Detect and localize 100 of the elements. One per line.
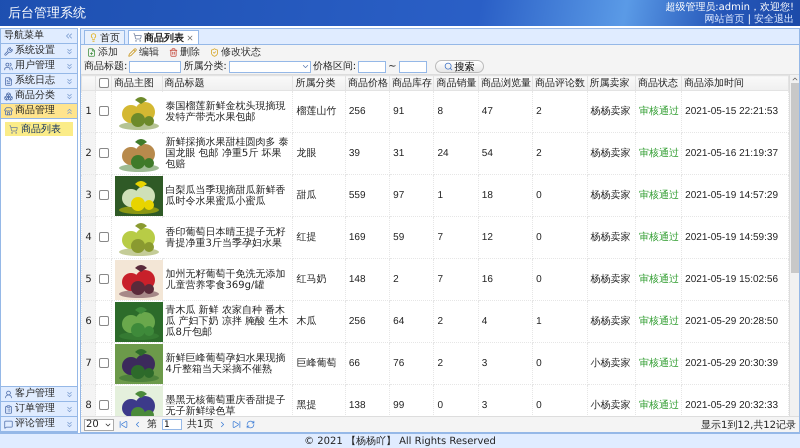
row-checkbox[interactable] bbox=[99, 316, 110, 326]
input-field[interactable] bbox=[129, 60, 182, 72]
caret-icon bbox=[300, 62, 310, 71]
status-text: 审核通过 bbox=[638, 400, 679, 411]
table-cell: 小杨卖家 bbox=[590, 358, 631, 369]
sidebar-section[interactable]: 商品分类 bbox=[1, 89, 77, 104]
table-cell: 16 bbox=[482, 274, 493, 285]
table-cell: 18 bbox=[482, 190, 493, 201]
page-input[interactable]: 1 bbox=[162, 419, 182, 430]
table-cell: 红马奶 bbox=[296, 274, 326, 285]
row-number: 2 bbox=[82, 132, 96, 174]
row-checkbox[interactable] bbox=[99, 274, 110, 284]
column-header: 商品评论数 bbox=[532, 76, 588, 90]
table-cell: 31 bbox=[393, 148, 404, 159]
table-cell: 2 bbox=[536, 106, 542, 117]
scroll-thumb[interactable] bbox=[790, 83, 798, 273]
table-cell: 2021-05-29 20:32:33 bbox=[685, 400, 778, 411]
table-cell: 0 bbox=[536, 274, 542, 285]
table-cell: 2021-05-19 15:02:56 bbox=[685, 274, 778, 285]
toolbar-button[interactable]: 删除 bbox=[169, 45, 200, 59]
column-header: 所属分类 bbox=[292, 76, 346, 90]
first-page-icon[interactable] bbox=[119, 420, 128, 429]
table-cell: 2021-05-29 20:28:50 bbox=[685, 316, 778, 327]
sidebar-section[interactable]: 评论管理 bbox=[1, 417, 77, 432]
row-checkbox[interactable] bbox=[99, 148, 110, 158]
trash-icon bbox=[169, 48, 178, 56]
row-checkbox[interactable] bbox=[99, 400, 110, 410]
scroll-up-icon bbox=[790, 75, 798, 83]
row-checkbox[interactable] bbox=[99, 358, 110, 368]
search-button[interactable]: 搜索 bbox=[434, 60, 484, 73]
table-cell: 2021-05-16 21:19:37 bbox=[685, 148, 778, 159]
status-text: 审核通过 bbox=[638, 358, 679, 369]
previous-page-icon[interactable] bbox=[133, 420, 142, 429]
table-cell: 巨峰葡萄 bbox=[296, 358, 336, 369]
sidebar-section[interactable]: 系统设置 bbox=[1, 44, 77, 59]
column-header: 商品价格 bbox=[345, 76, 390, 90]
table-cell: 66 bbox=[348, 358, 360, 369]
scrollbar[interactable] bbox=[789, 75, 799, 416]
sidebar-section[interactable]: 商品管理 bbox=[1, 104, 77, 119]
status-text: 审核通过 bbox=[638, 106, 679, 117]
table-cell: 97 bbox=[393, 190, 404, 201]
row-checkbox[interactable] bbox=[99, 190, 110, 200]
row-number: 7 bbox=[82, 342, 96, 384]
toolbar-button[interactable]: 修改状态 bbox=[210, 45, 261, 59]
table-cell: 47 bbox=[482, 106, 493, 117]
table-cell-text: 新鲜巨峰葡萄孕妇水果现摘4斤整箱当天采摘不催熟 bbox=[166, 352, 287, 374]
sidebar-section[interactable]: 用户管理 bbox=[1, 59, 77, 74]
page-size-select[interactable]: 20 bbox=[84, 418, 114, 430]
pencil-icon bbox=[128, 48, 137, 56]
table-cell: 杨杨卖家 bbox=[590, 232, 631, 243]
table-cell: 7 bbox=[437, 232, 444, 243]
last-page-icon[interactable] bbox=[232, 420, 242, 429]
table-cell: 青木瓜 新鲜 农家自种 番木瓜 产妇下奶 凉拌 腌酸 生木瓜8斤包邮 bbox=[166, 305, 290, 338]
status-text: 审核通过 bbox=[638, 148, 679, 159]
table-cell: 3 bbox=[482, 400, 488, 411]
select-field[interactable] bbox=[228, 60, 311, 72]
table-cell: 256 bbox=[348, 316, 366, 327]
toolbar-button[interactable]: 编辑 bbox=[128, 45, 159, 59]
sidebar-section[interactable]: 订单管理 bbox=[1, 402, 77, 417]
table-cell: 0 bbox=[536, 232, 542, 243]
column-header: 商品添加时间 bbox=[682, 76, 788, 90]
table-cell: 2 bbox=[536, 148, 542, 159]
home-link[interactable]: 网站首页 bbox=[704, 14, 745, 24]
column-header: 商品浏览量 bbox=[478, 76, 533, 90]
refresh-icon[interactable] bbox=[246, 420, 256, 429]
table-cell: 0 bbox=[536, 400, 542, 411]
table-cell: 169 bbox=[348, 232, 366, 243]
table-cell: 2 bbox=[393, 274, 399, 285]
sidebar-section[interactable]: 客户管理 bbox=[1, 387, 77, 402]
logout-link[interactable]: 安全退出 bbox=[754, 14, 794, 24]
row-checkbox[interactable] bbox=[99, 106, 110, 116]
row-checkbox[interactable] bbox=[99, 232, 110, 242]
table-cell: 138 bbox=[348, 400, 366, 411]
search-icon bbox=[444, 62, 453, 71]
table-cell: 红提 bbox=[296, 232, 316, 243]
tab[interactable]: 首页 bbox=[84, 30, 125, 44]
table-cell: 64 bbox=[393, 316, 404, 327]
table-cell: 8 bbox=[437, 106, 444, 117]
table-cell: 0 bbox=[536, 190, 542, 201]
input-field[interactable] bbox=[358, 60, 386, 72]
collapse-icon[interactable] bbox=[64, 31, 74, 41]
close-icon[interactable] bbox=[186, 34, 194, 42]
input-field[interactable] bbox=[398, 60, 427, 72]
tab[interactable]: 商品列表 bbox=[128, 30, 199, 44]
users-icon bbox=[4, 62, 13, 70]
table-cell: 148 bbox=[348, 274, 366, 285]
field-label: 商品标题: bbox=[84, 60, 128, 72]
table-cell: 12 bbox=[482, 232, 493, 243]
toolbar-button[interactable]: 添加 bbox=[87, 45, 118, 59]
cart-icon bbox=[133, 33, 142, 42]
sidebar-section[interactable]: 系统日志 bbox=[1, 74, 77, 89]
sidebar-item[interactable]: 商品列表 bbox=[5, 122, 73, 136]
table-cell: 7 bbox=[437, 274, 444, 285]
table-cell-text: 白梨瓜当季现摘甜瓜新鲜香瓜时令水果蜜瓜小蜜瓜 bbox=[166, 184, 287, 206]
app-title: 后台管理系统 bbox=[8, 5, 86, 22]
column-header: 商品库存 bbox=[390, 76, 434, 90]
select-all-checkbox[interactable] bbox=[98, 78, 109, 88]
clipboard-icon bbox=[4, 404, 13, 414]
lightbulb-icon bbox=[89, 33, 98, 42]
table-cell-text: 香印葡萄日本晴王提子无籽青提净重3斤当季孕妇水果 bbox=[166, 226, 287, 248]
